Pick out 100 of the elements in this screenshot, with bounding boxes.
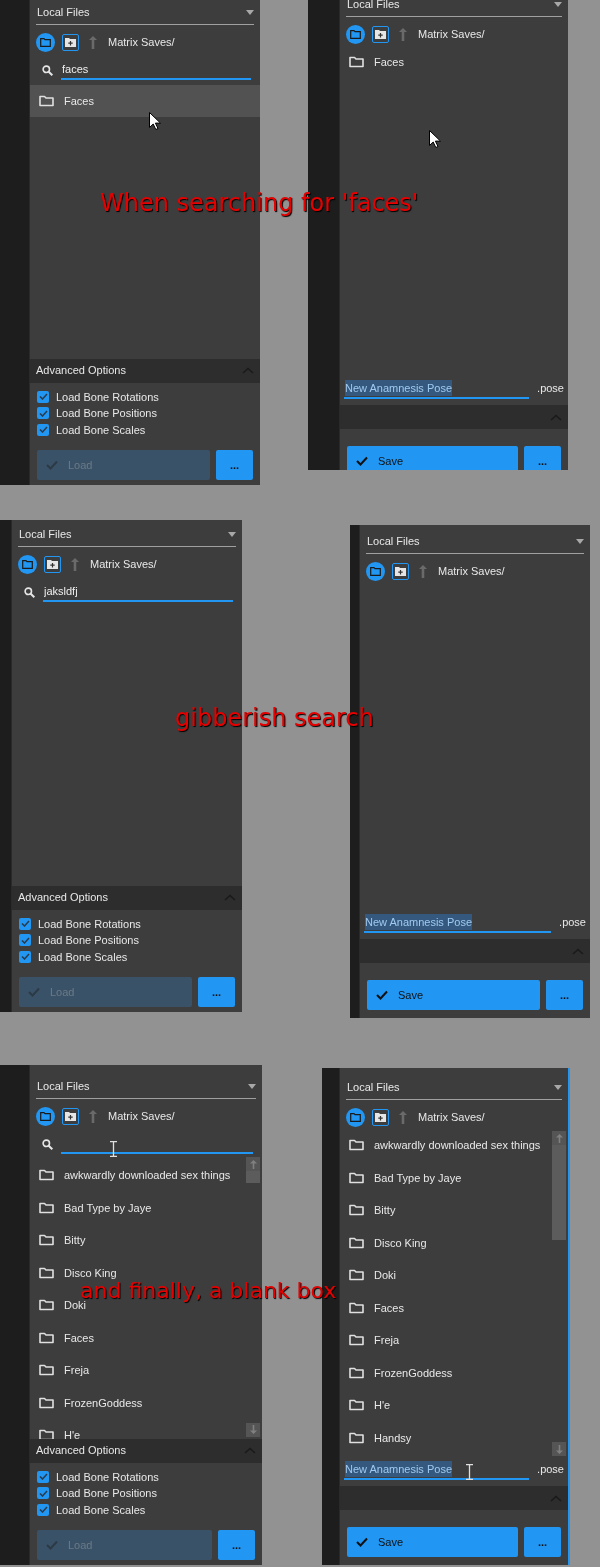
source-dropdown[interactable]: Local Files [346,1075,562,1100]
collapse-header[interactable]: Advanced Options [30,1438,262,1463]
up-arrow-icon [249,1159,257,1169]
folder-plus-icon [47,559,58,569]
path-label: Matrix Saves/ [108,1108,175,1124]
open-folder-button[interactable] [18,554,37,574]
more-button[interactable]: ... [546,980,583,1010]
checkbox-label: Load Bone Rotations [38,916,141,932]
folder-list-item[interactable]: Faces [30,1331,262,1344]
action-button[interactable]: Save [367,980,540,1010]
new-folder-button[interactable] [392,562,409,580]
checkmark-icon [28,987,40,997]
folder-list-item[interactable]: awkwardly downloaded sex things [30,1169,262,1182]
collapse-header[interactable]: Advanced Options [30,358,260,383]
folder-list-item[interactable]: FrozenGoddess [340,1366,568,1379]
checkbox-label: Load Bone Positions [38,933,139,948]
folder-list-item[interactable]: awkwardly downloaded sex things [340,1139,568,1152]
folder-list-item[interactable]: Disco King [30,1266,262,1279]
new-folder-button[interactable] [372,25,389,43]
search-icon [42,64,53,76]
folder-icon [349,1269,364,1282]
source-dropdown[interactable]: Local Files [36,0,254,25]
action-button[interactable]: Save [347,1527,518,1557]
path-label: Matrix Saves/ [90,556,157,572]
checkbox[interactable] [37,1470,49,1483]
checkbox[interactable] [19,950,31,963]
folder-icon [349,1334,364,1347]
source-dropdown[interactable]: Local Files [366,529,584,554]
open-folder-button[interactable] [36,1106,55,1126]
folder-list-item[interactable]: Handsy [340,1431,568,1444]
up-arrow-icon [399,1110,407,1124]
up-arrow-icon [555,1133,563,1143]
folder-list-item[interactable]: Doki [340,1269,568,1282]
folder-list-item[interactable]: FrozenGoddess [30,1396,262,1409]
folder-list-item[interactable]: Freja [30,1364,262,1377]
up-folder-button[interactable] [398,1110,408,1124]
collapse-header[interactable]: Advanced Options [12,885,242,910]
scrollbar-thumb[interactable] [246,1171,260,1183]
folder-list-item[interactable]: Faces [340,56,568,69]
action-button[interactable]: Save [347,446,518,470]
search-icon [42,1138,53,1150]
open-folder-button[interactable] [346,1107,365,1127]
folder-list-item[interactable]: H'e [340,1399,568,1412]
checkbox-label: Load Bone Rotations [56,389,159,405]
extension-label: .pose [537,380,564,396]
checkbox[interactable] [19,917,31,930]
mouse-pointer-icon [429,130,441,148]
folder-icon [40,37,51,47]
checkbox[interactable] [37,407,49,420]
extension-label: .pose [537,1461,564,1477]
folder-list-item[interactable]: Bad Type by Jaye [340,1171,568,1184]
folder-icon [39,1299,54,1312]
folder-list-item[interactable]: Freja [340,1334,568,1347]
source-dropdown[interactable]: Local Files [18,522,236,547]
folder-icon [39,95,54,108]
more-button[interactable]: ... [198,977,235,1007]
source-dropdown[interactable]: Local Files [346,0,562,17]
more-button[interactable]: ... [524,1527,561,1557]
folder-list-item[interactable]: Bitty [340,1204,568,1217]
search-field[interactable]: faces [61,60,251,80]
more-button[interactable]: ... [218,1530,255,1560]
folder-icon [39,1364,54,1377]
more-button[interactable]: ... [524,446,561,470]
source-dropdown[interactable]: Local Files [36,1074,256,1099]
folder-list-item[interactable]: Bad Type by Jaye [30,1201,262,1214]
up-folder-button[interactable] [88,35,98,49]
open-folder-button[interactable] [346,24,365,44]
checkbox[interactable] [37,423,49,436]
checkmark-icon [46,460,58,470]
folder-plus-icon [375,29,386,39]
scrollbar[interactable] [552,1131,566,1456]
new-folder-button[interactable] [44,555,61,573]
checkbox-label: Load Bone Scales [56,422,146,438]
folder-icon [349,56,364,69]
path-label: Matrix Saves/ [108,34,175,50]
folder-list-item[interactable]: H'e [30,1429,262,1439]
folder-icon [39,1234,54,1247]
checkmark-icon [356,1537,368,1547]
folder-icon [39,1396,54,1409]
checkbox[interactable] [37,1503,49,1516]
open-folder-button[interactable] [36,32,55,52]
checkbox[interactable] [37,1487,49,1500]
more-button[interactable]: ... [216,450,253,480]
up-folder-button[interactable] [88,1109,98,1123]
folder-icon [39,1201,54,1214]
scrollbar-thumb[interactable] [552,1145,566,1240]
up-folder-button[interactable] [398,27,408,41]
folder-list-item[interactable]: Disco King [340,1236,568,1249]
new-folder-button[interactable] [62,1107,79,1125]
up-folder-button[interactable] [418,564,428,578]
checkbox[interactable] [37,390,49,403]
new-folder-button[interactable] [372,1108,389,1126]
folder-list-item[interactable]: Faces [340,1301,568,1314]
new-folder-button[interactable] [62,33,79,51]
search-field[interactable]: jaksldfj [43,582,233,602]
folder-icon [22,559,33,569]
folder-list-item[interactable]: Bitty [30,1234,262,1247]
checkbox[interactable] [19,934,31,947]
open-folder-button[interactable] [366,561,385,581]
up-folder-button[interactable] [70,557,80,571]
